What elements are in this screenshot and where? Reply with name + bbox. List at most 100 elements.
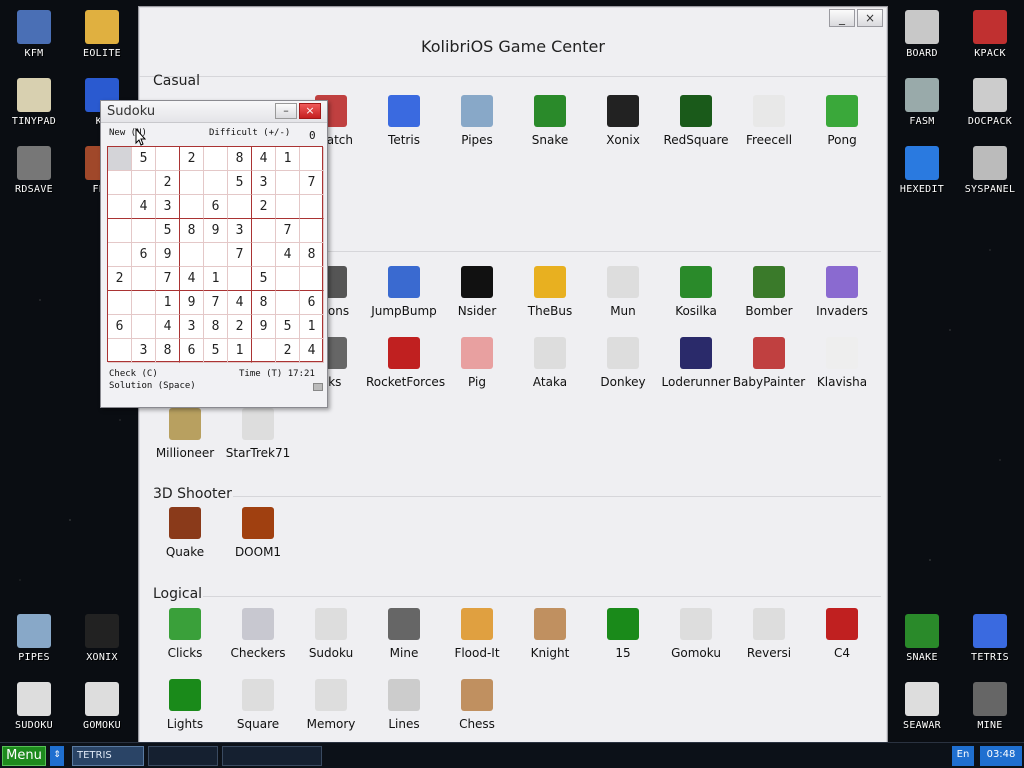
app-mine[interactable]: Mine — [366, 608, 442, 660]
desktop-icon-tetris[interactable]: TETRIS — [958, 608, 1022, 672]
sudoku-cell[interactable]: 5 — [156, 219, 180, 243]
sudoku-cell[interactable]: 5 — [276, 315, 300, 339]
app-kosilka[interactable]: Kosilka — [658, 266, 734, 318]
app-square[interactable]: Square — [220, 679, 296, 731]
sudoku-cell[interactable]: 4 — [300, 339, 324, 363]
sudoku-cell[interactable] — [108, 291, 132, 315]
desktop-icon-snake[interactable]: SNAKE — [890, 608, 954, 672]
sudoku-cell[interactable] — [108, 195, 132, 219]
sudoku-titlebar[interactable]: Sudoku – × — [101, 101, 327, 123]
solution-label[interactable]: Solution (Space) — [109, 381, 196, 391]
sudoku-cell[interactable] — [252, 243, 276, 267]
app-15[interactable]: 15 — [585, 608, 661, 660]
sudoku-cell[interactable]: 7 — [276, 219, 300, 243]
sudoku-cell[interactable] — [204, 243, 228, 267]
app-checkers[interactable]: Checkers — [220, 608, 296, 660]
desktop-icon-tinypad[interactable]: TINYPAD — [2, 72, 66, 136]
sudoku-cell[interactable] — [180, 195, 204, 219]
sudoku-cell[interactable]: 3 — [252, 171, 276, 195]
app-knight[interactable]: Knight — [512, 608, 588, 660]
app-mun[interactable]: Mun — [585, 266, 661, 318]
app-babypainter[interactable]: BabyPainter — [731, 337, 807, 389]
app-snake[interactable]: Snake — [512, 95, 588, 147]
sudoku-cell[interactable]: 1 — [156, 291, 180, 315]
sudoku-cell[interactable] — [108, 219, 132, 243]
desktop-icon-eolite[interactable]: EOLITE — [70, 4, 134, 68]
sudoku-cell[interactable] — [180, 171, 204, 195]
sudoku-cell[interactable] — [252, 219, 276, 243]
sudoku-close-button[interactable]: × — [299, 103, 321, 119]
app-chess[interactable]: Chess — [439, 679, 515, 731]
sudoku-cell[interactable] — [108, 339, 132, 363]
app-ataka[interactable]: Ataka — [512, 337, 588, 389]
app-tetris[interactable]: Tetris — [366, 95, 442, 147]
sudoku-cell[interactable]: 5 — [204, 339, 228, 363]
sudoku-cell[interactable]: 5 — [252, 267, 276, 291]
sudoku-cell[interactable]: 4 — [252, 147, 276, 171]
desktop-icon-fasm[interactable]: FASM — [890, 72, 954, 136]
sudoku-cell[interactable]: 9 — [204, 219, 228, 243]
app-pong[interactable]: Pong — [804, 95, 880, 147]
language-indicator[interactable]: En — [952, 746, 974, 766]
sudoku-cell[interactable]: 8 — [252, 291, 276, 315]
desktop-icon-board[interactable]: BOARD — [890, 4, 954, 68]
desktop-icon-rdsave[interactable]: RDSAVE — [2, 140, 66, 204]
sudoku-cell[interactable]: 3 — [156, 195, 180, 219]
app-millioneer[interactable]: Millioneer — [147, 408, 223, 460]
desktop-icon-kpack[interactable]: KPACK — [958, 4, 1022, 68]
sudoku-cell[interactable] — [132, 171, 156, 195]
app-memory[interactable]: Memory — [293, 679, 369, 731]
sudoku-cell[interactable]: 7 — [300, 171, 324, 195]
desktop-icon-mine[interactable]: MINE — [958, 676, 1022, 740]
app-startrek71[interactable]: StarTrek71 — [220, 408, 296, 460]
app-gomoku[interactable]: Gomoku — [658, 608, 734, 660]
sudoku-minimize-button[interactable]: – — [275, 103, 297, 119]
sudoku-cell[interactable]: 4 — [132, 195, 156, 219]
sudoku-cell[interactable] — [228, 267, 252, 291]
sudoku-cell[interactable] — [180, 243, 204, 267]
app-redsquare[interactable]: RedSquare — [658, 95, 734, 147]
sudoku-cell[interactable] — [108, 171, 132, 195]
sudoku-cell[interactable]: 4 — [276, 243, 300, 267]
sudoku-cell[interactable]: 6 — [132, 243, 156, 267]
sudoku-cell[interactable]: 8 — [228, 147, 252, 171]
sudoku-cell[interactable] — [108, 243, 132, 267]
menu-button[interactable]: Menu — [2, 746, 46, 766]
app-bomber[interactable]: Bomber — [731, 266, 807, 318]
sudoku-cell[interactable]: 7 — [204, 291, 228, 315]
sudoku-cell[interactable]: 3 — [228, 219, 252, 243]
taskbar-item[interactable] — [222, 746, 322, 766]
sudoku-cell[interactable]: 9 — [252, 315, 276, 339]
taskbar-item-tetris[interactable]: TETRIS — [72, 746, 144, 766]
app-pipes[interactable]: Pipes — [439, 95, 515, 147]
sudoku-cell[interactable]: 8 — [300, 243, 324, 267]
sudoku-cell[interactable] — [156, 147, 180, 171]
app-reversi[interactable]: Reversi — [731, 608, 807, 660]
app-klavisha[interactable]: Klavisha — [804, 337, 880, 389]
sudoku-cell[interactable]: 2 — [180, 147, 204, 171]
app-xonix[interactable]: Xonix — [585, 95, 661, 147]
sudoku-cell[interactable]: 3 — [180, 315, 204, 339]
sudoku-cell[interactable] — [276, 171, 300, 195]
sudoku-cell[interactable]: 6 — [300, 291, 324, 315]
sudoku-cell[interactable] — [300, 147, 324, 171]
desktop-icon-kfm[interactable]: KFM — [2, 4, 66, 68]
sudoku-cell[interactable]: 1 — [276, 147, 300, 171]
sudoku-cell[interactable]: 6 — [204, 195, 228, 219]
desktop-icon-seawar[interactable]: SEAWAR — [890, 676, 954, 740]
app-nsider[interactable]: Nsider — [439, 266, 515, 318]
app-pig[interactable]: Pig — [439, 337, 515, 389]
sudoku-cell[interactable] — [276, 267, 300, 291]
sudoku-cell[interactable]: 9 — [180, 291, 204, 315]
sudoku-cell[interactable]: 8 — [156, 339, 180, 363]
desktop-icon-docpack[interactable]: DOCPACK — [958, 72, 1022, 136]
app-quake[interactable]: Quake — [147, 507, 223, 559]
window-titlebar[interactable]: KolibriOS Game Center _ × — [139, 7, 887, 77]
app-invaders[interactable]: Invaders — [804, 266, 880, 318]
sudoku-cell[interactable]: 8 — [204, 315, 228, 339]
app-loderunner[interactable]: Loderunner — [658, 337, 734, 389]
sudoku-cell[interactable]: 7 — [228, 243, 252, 267]
sudoku-cell[interactable] — [204, 171, 228, 195]
sudoku-cell[interactable] — [276, 195, 300, 219]
app-flood-it[interactable]: Flood-It — [439, 608, 515, 660]
